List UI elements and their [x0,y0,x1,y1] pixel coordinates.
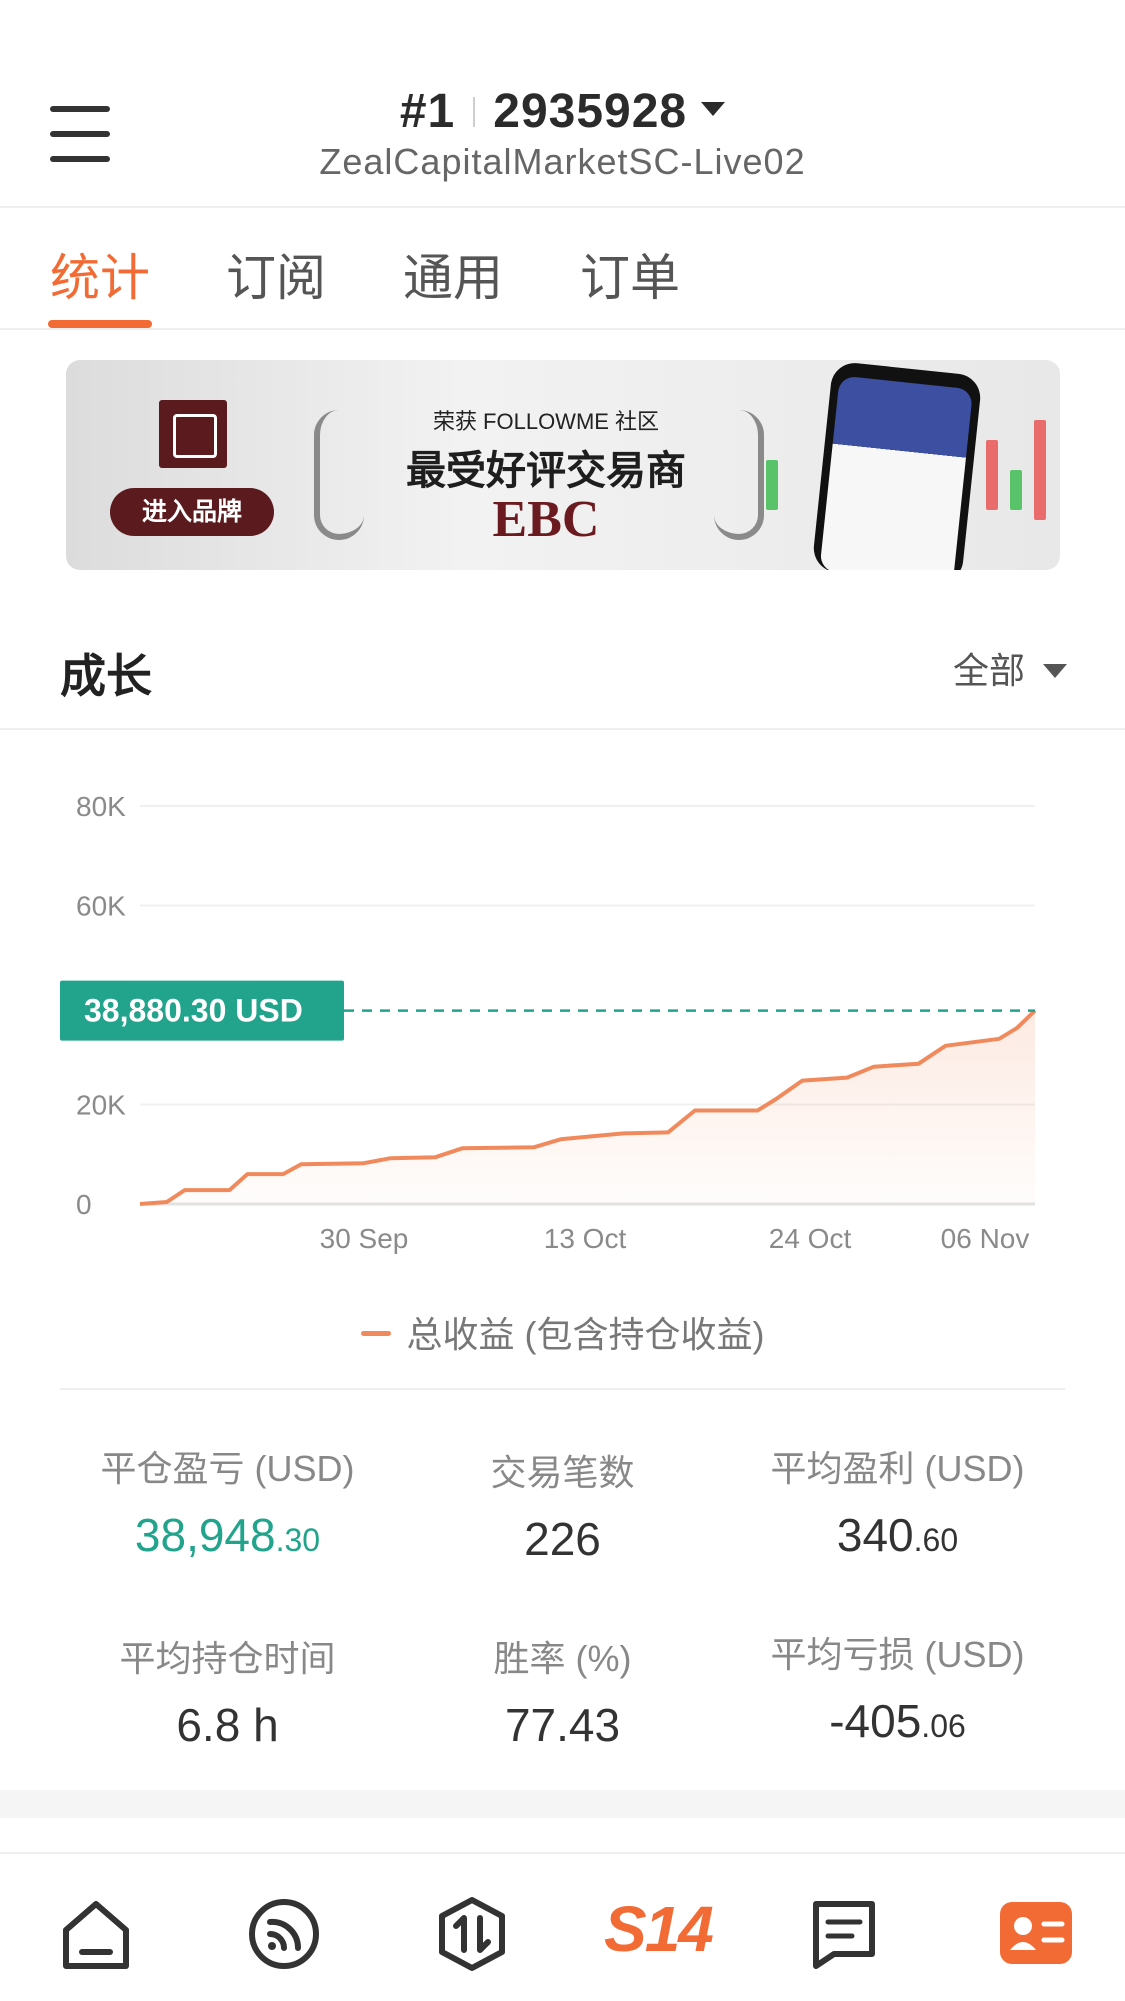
tab-general[interactable]: 通用 [403,238,503,328]
section-gap [0,1790,1125,1818]
stats-grid: 平仓盈亏 (USD) 38,948.30 交易笔数 226 平均盈利 (USD)… [0,1420,1125,1790]
x-tick-label: 24 Oct [769,1223,852,1254]
tab-orders[interactable]: 订单 [580,238,680,328]
account-id: 2935928 [493,85,688,138]
feed-icon[interactable] [244,1894,324,1974]
stat-avg-hold-time: 平均持仓时间 6.8 h [119,1638,336,1751]
growth-chart: 80K 60K 20K 0 38,880.30 USD 30 Sep 13 Oct 24 … [0,760,1125,1320]
divider [60,1388,1065,1390]
chart-legend: 总收益 (包含持仓收益) [0,1306,1125,1358]
enter-brand-button[interactable]: 进入品牌 [110,488,274,536]
stat-trade-count: 交易笔数 226 [490,1452,635,1565]
x-tick-label: 13 Oct [544,1223,627,1254]
x-tick-label: 06 Nov [941,1223,1030,1254]
legend-swatch [360,1330,391,1336]
y-tick-label: 20K [76,1090,126,1121]
current-value-tag: 38,880.30 USD [60,980,344,1041]
candle-icon [766,460,778,510]
ebc-logo-icon [159,400,227,468]
message-icon[interactable] [804,1894,884,1974]
award-brand: EBC [492,491,600,548]
caret-down-icon [701,102,726,117]
candle-icon [1034,420,1046,520]
tab-statistics[interactable]: 统计 [48,238,152,328]
bottom-nav: S14 [0,1852,1125,2001]
stat-avg-profit: 平均盈利 (USD) 340.60 [770,1448,1025,1561]
trade-icon[interactable] [432,1894,512,1974]
tab-subscribe[interactable]: 订阅 [226,238,326,328]
stat-avg-loss: 平均亏损 (USD) -405.06 [770,1634,1025,1747]
account-header: #1 2935928 ZealCapitalMarketSC-Live02 [0,0,1125,208]
tab-bar: 统计 订阅 通用 订单 [0,210,1125,330]
phone-mockup-icon [811,360,983,570]
award-title: 最受好评交易商 [406,449,686,493]
home-icon[interactable] [56,1894,136,1974]
range-selector[interactable]: 全部 [953,642,1067,694]
stat-closed-pnl: 平仓盈亏 (USD) 38,948.30 [100,1448,355,1561]
account-rank: #1 [399,85,456,138]
growth-header: 成长 全部 [0,600,1125,730]
y-tick-label: 60K [76,891,126,922]
y-tick-label: 0 [76,1189,92,1220]
growth-chart-svg: 80K 60K 20K 0 38,880.30 USD 30 Sep 13 Oct 24 … [60,791,1037,1254]
profile-card-icon[interactable] [996,1894,1076,1974]
candle-icon [1010,470,1022,510]
server-name: ZealCapitalMarketSC-Live02 [319,141,806,182]
award-subtitle: 荣获 FOLLOWME 社区 [432,409,660,434]
promo-banner[interactable]: 进入品牌 荣获 FOLLOWME 社区 最受好评交易商 EBC [66,360,1060,570]
tab-underline [48,320,152,328]
s14-event-button[interactable]: S14 [604,1892,714,1966]
current-value-label: 38,880.30 USD [84,993,303,1029]
legend-label: 总收益 (包含持仓收益) [406,1314,765,1355]
candle-icon [986,440,998,510]
account-selector[interactable]: #1 2935928 [0,84,1125,139]
stat-win-rate: 胜率 (%) 77.43 [493,1638,632,1751]
x-tick-label: 30 Sep [320,1223,409,1254]
y-tick-label: 80K [76,791,126,822]
caret-down-icon [1043,664,1067,679]
growth-title: 成长 [60,650,152,702]
